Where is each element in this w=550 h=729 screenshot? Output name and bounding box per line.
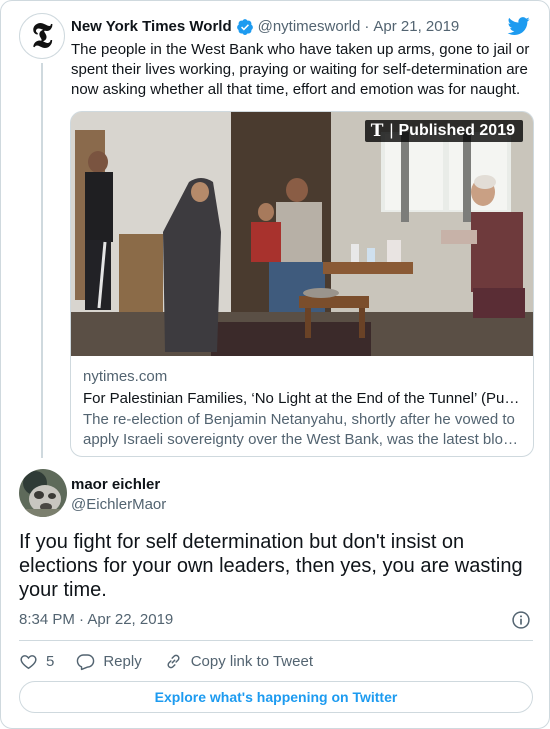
link-description: The re-election of Benjamin Netanyahu, s… [83, 411, 515, 448]
heart-icon [20, 654, 37, 669]
reply-label: Reply [103, 652, 142, 670]
copy-link-label: Copy link to Tweet [190, 652, 313, 670]
reply-icon [77, 653, 95, 670]
link-title[interactable]: For Palestinian Families, ‘No Light at t… [83, 389, 523, 409]
header-separator: · [364, 18, 370, 35]
nyt-avatar[interactable]: 𝕿 [19, 13, 65, 59]
family-room-photo [71, 112, 533, 356]
like-button[interactable]: 5 [19, 652, 54, 671]
embedded-tweet-card: 𝕿 New York Times World @nytimesworld · A… [0, 0, 550, 729]
published-badge: T | Published 2019 [364, 120, 523, 142]
verified-badge-icon [236, 19, 253, 35]
quoted-author-name[interactable]: New York Times World [71, 17, 232, 37]
thread-connector-line [41, 63, 43, 458]
tweet-text: If you fight for self determination but … [19, 531, 523, 601]
quoted-tweet-date[interactable]: Apr 21, 2019 [373, 17, 459, 37]
like-count: 5 [46, 652, 55, 670]
explore-twitter-button[interactable]: Explore what's happening on Twitter [19, 681, 533, 713]
tweet-author-handle[interactable]: @EichlerMaor [71, 495, 166, 515]
link-icon [167, 654, 180, 668]
tweet-author-name[interactable]: maor eichler [71, 475, 160, 495]
copy-link-button[interactable]: Copy link to Tweet [164, 652, 313, 671]
quoted-tweet-text: The people in the West Bank who have tak… [71, 41, 530, 98]
article-photo: T | Published 2019 [71, 112, 533, 356]
quoted-author-handle[interactable]: @nytimesworld [258, 17, 361, 37]
reply-button[interactable]: Reply [76, 652, 142, 671]
nyt-badge-logo: T [370, 121, 384, 141]
nyt-logo-letter: 𝕿 [31, 16, 53, 56]
twitter-bird-icon[interactable] [507, 15, 531, 37]
dog-avatar-image [19, 469, 67, 517]
info-icon[interactable] [511, 610, 531, 630]
article-link-card[interactable]: T | Published 2019 nytimes.com For Pales… [70, 111, 534, 457]
badge-divider: | [389, 122, 394, 139]
maor-eichler-avatar[interactable] [19, 469, 67, 517]
published-badge-text: Published 2019 [398, 122, 516, 139]
tweet-actions: 5 Reply Copy link to Tweet [19, 651, 335, 671]
link-card-body: nytimes.com For Palestinian Families, ‘N… [83, 367, 523, 450]
tweet-timestamp[interactable]: 8:34 PM · Apr 22, 2019 [19, 610, 173, 630]
tweet-divider [19, 640, 533, 641]
link-domain: nytimes.com [83, 368, 168, 385]
quoted-tweet-header: New York Times World @nytimesworld · Apr… [71, 17, 459, 37]
